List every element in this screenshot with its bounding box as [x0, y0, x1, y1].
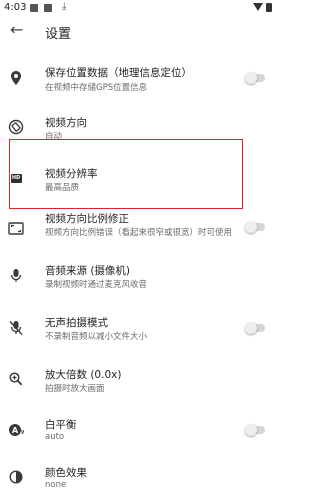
- setting-zoom[interactable]: 放大倍数 (0.0x) 拍摄时放大画面: [0, 362, 281, 398]
- setting-video-orientation[interactable]: 视频方向 自动: [0, 110, 281, 142]
- setting-location[interactable]: 保存位置数据（地理信息定位） 在视频中存储GPS位置信息: [0, 58, 281, 102]
- svg-text:A: A: [12, 426, 19, 435]
- location-toggle[interactable]: [245, 72, 265, 84]
- setting-title: 音频来源 (摄像机): [45, 265, 131, 277]
- notification-icon: [30, 4, 38, 12]
- setting-title: 无声拍摄模式: [45, 317, 108, 329]
- setting-subtitle: auto: [45, 432, 65, 442]
- setting-color-effect[interactable]: 颜色效果 none: [0, 462, 281, 498]
- setting-subtitle: 在视频中存储GPS位置信息: [45, 83, 148, 93]
- setting-aspect-correction[interactable]: 视频方向比例修正 视频方向比例错误（看起来很窄或很宽）时可使用: [0, 208, 281, 244]
- download-icon: ⤓: [62, 1, 67, 12]
- setting-title: 放大倍数 (0.0x): [45, 369, 122, 381]
- status-time: 4:03: [4, 2, 27, 13]
- color-effect-icon: [8, 469, 24, 485]
- setting-title: 视频方向比例修正: [45, 213, 129, 225]
- zoom-in-icon: [8, 371, 24, 387]
- setting-title: 颜色效果: [45, 467, 87, 479]
- white-balance-auto-icon: AW: [8, 422, 24, 438]
- microphone-icon: [8, 268, 24, 284]
- setting-title: 白平衡: [45, 419, 77, 431]
- mic-off-icon: [8, 320, 24, 336]
- setting-white-balance[interactable]: AW 白平衡 auto: [0, 412, 281, 448]
- back-arrow-icon[interactable]: ←: [10, 22, 23, 38]
- notification-icon: [44, 4, 52, 12]
- setting-subtitle: 拍摄时放大画面: [45, 384, 105, 394]
- setting-audio-source[interactable]: 音频来源 (摄像机) 录制视频时通过麦克风收音: [0, 258, 281, 294]
- screen-rotation-icon: [8, 119, 24, 135]
- app-bar: ← 设置: [0, 18, 281, 46]
- silent-mode-toggle[interactable]: [245, 322, 265, 334]
- location-pin-icon: [8, 70, 24, 86]
- battery-icon: [266, 3, 272, 12]
- setting-subtitle: 视频方向比例错误（看起来很窄或很宽）时可使用: [45, 228, 233, 238]
- setting-subtitle: 录制视频时通过麦克风收音: [45, 280, 148, 290]
- setting-video-resolution[interactable]: HD 视频分辨率 最高品质: [0, 160, 281, 193]
- wifi-icon: [253, 3, 263, 11]
- setting-subtitle: 最高品质: [45, 183, 80, 193]
- hd-icon: HD: [10, 173, 22, 183]
- aspect-ratio-icon: [8, 220, 24, 236]
- setting-subtitle: 自动: [45, 132, 63, 142]
- aspect-correction-toggle[interactable]: [245, 221, 265, 233]
- setting-subtitle: 不录制音频以减小文件大小: [45, 332, 148, 342]
- svg-text:W: W: [21, 430, 24, 436]
- setting-title: 视频分辨率: [45, 168, 98, 180]
- setting-title: 视频方向: [45, 117, 87, 129]
- setting-title: 保存位置数据（地理信息定位）: [45, 67, 192, 79]
- white-balance-toggle[interactable]: [245, 424, 265, 436]
- status-bar: 4:03 ⤓: [0, 0, 281, 16]
- setting-subtitle: none: [45, 480, 67, 490]
- page-title: 设置: [45, 27, 72, 42]
- setting-silent-mode[interactable]: 无声拍摄模式 不录制音频以减小文件大小: [0, 310, 281, 346]
